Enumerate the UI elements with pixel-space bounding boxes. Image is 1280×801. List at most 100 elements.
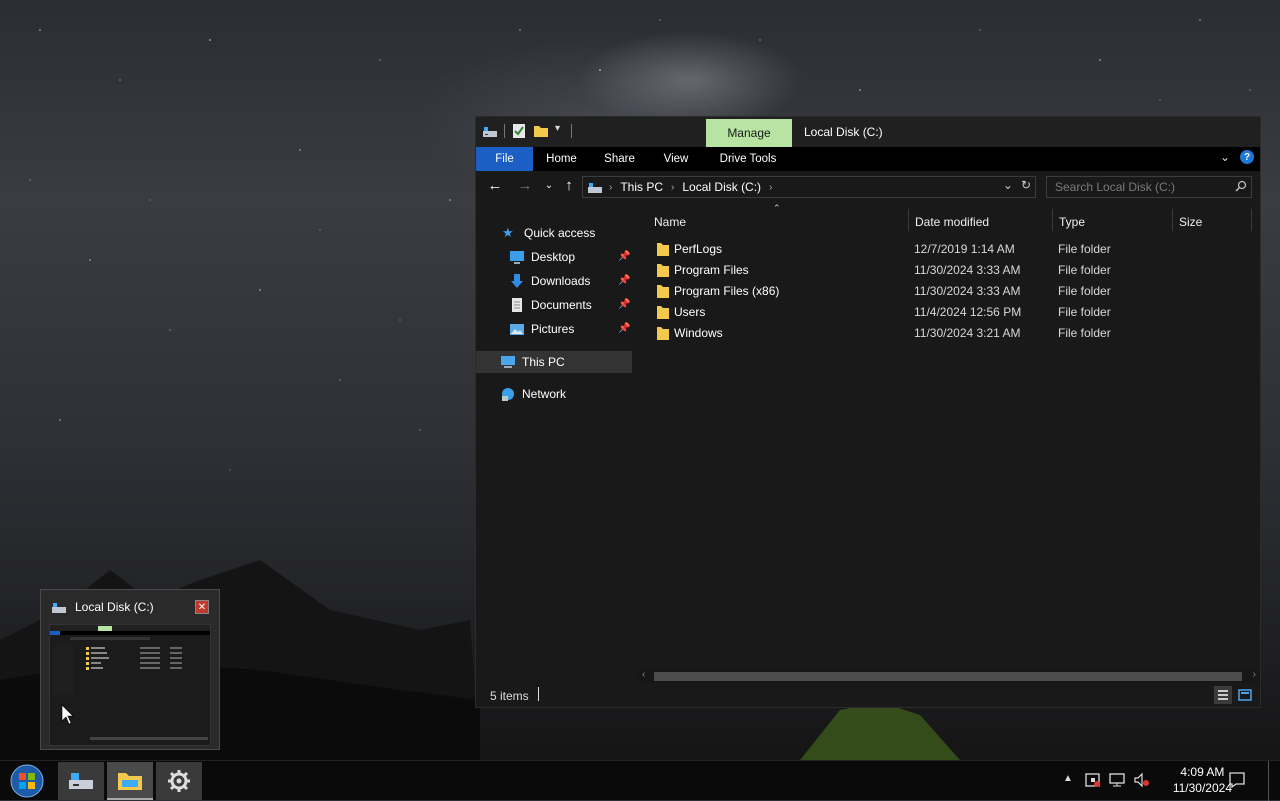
sidebar-item-label: Desktop bbox=[531, 250, 576, 264]
file-date: 11/4/2024 12:56 PM bbox=[914, 305, 1022, 319]
file-list: ⌃ Name Date modified Type Size PerfLogs … bbox=[636, 203, 1260, 683]
properties-icon[interactable] bbox=[511, 123, 527, 139]
sidebar-item-downloads[interactable]: Downloads bbox=[509, 270, 590, 292]
qat-separator bbox=[571, 124, 572, 138]
drive-icon bbox=[482, 123, 498, 139]
forward-arrow-icon[interactable]: → bbox=[516, 177, 534, 195]
network-status-icon[interactable] bbox=[1109, 772, 1127, 791]
drive-icon bbox=[69, 773, 93, 789]
navigation-bar: ← → ⌄ ↑ › This PC › Local Disk (C:) › ⌄ … bbox=[476, 171, 1260, 203]
file-row[interactable]: Program Files 11/30/2024 3:33 AM File fo… bbox=[636, 260, 1256, 281]
column-header-name[interactable]: Name bbox=[654, 209, 686, 235]
file-row[interactable]: Program Files (x86) 11/30/2024 3:33 AM F… bbox=[636, 281, 1256, 302]
status-bar: 5 items bbox=[476, 683, 1260, 707]
sidebar-item-network[interactable]: Network bbox=[500, 383, 566, 405]
horizontal-scrollbar[interactable]: ‹ › bbox=[636, 669, 1260, 683]
refresh-icon[interactable]: ↻ bbox=[1021, 178, 1031, 192]
folder-icon bbox=[656, 325, 670, 341]
title-bar: ▾ Manage Local Disk (C:) bbox=[476, 117, 1260, 147]
file-name: PerfLogs bbox=[674, 242, 723, 256]
expand-ribbon-chevron-icon[interactable]: ⌄ bbox=[1220, 150, 1230, 164]
scroll-left-icon[interactable]: ‹ bbox=[642, 669, 645, 680]
column-divider[interactable] bbox=[1052, 209, 1053, 231]
folder-icon bbox=[118, 773, 142, 790]
taskbar-settings-button[interactable] bbox=[156, 762, 202, 800]
sidebar-item-documents[interactable]: Documents bbox=[509, 294, 592, 316]
sidebar-item-pictures[interactable]: Pictures bbox=[509, 318, 574, 340]
drive-icon bbox=[51, 599, 67, 618]
file-type: File folder bbox=[1058, 242, 1111, 256]
sidebar-item-quick-access[interactable]: ★ Quick access bbox=[502, 222, 595, 244]
column-divider[interactable] bbox=[1172, 209, 1173, 231]
file-type: File folder bbox=[1058, 326, 1111, 340]
breadcrumb-separator-icon: › bbox=[769, 181, 773, 193]
file-date: 11/30/2024 3:33 AM bbox=[914, 284, 1021, 298]
tab-drive-tools[interactable]: Drive Tools bbox=[710, 147, 786, 171]
document-icon bbox=[509, 297, 525, 313]
search-box[interactable] bbox=[1046, 176, 1252, 198]
file-row[interactable]: Users 11/4/2024 12:56 PM File folder bbox=[636, 302, 1256, 323]
file-date: 12/7/2019 1:14 AM bbox=[914, 242, 1015, 256]
start-button[interactable] bbox=[4, 762, 50, 800]
column-header-size[interactable]: Size bbox=[1179, 209, 1202, 235]
address-bar[interactable]: › This PC › Local Disk (C:) › ⌄ ↻ bbox=[582, 176, 1036, 198]
action-center-status-icon[interactable] bbox=[1085, 772, 1101, 791]
volume-muted-icon[interactable] bbox=[1133, 772, 1151, 791]
desktop-icon bbox=[509, 249, 525, 265]
breadcrumb-this-pc[interactable]: This PC bbox=[620, 180, 663, 194]
tab-share[interactable]: Share bbox=[592, 147, 647, 171]
sidebar-item-desktop[interactable]: Desktop bbox=[509, 246, 575, 268]
taskbar-thumbnail-preview[interactable]: Local Disk (C:) ✕ bbox=[40, 589, 220, 750]
sidebar-item-label: Documents bbox=[531, 298, 592, 312]
quick-access-toolbar: ▾ bbox=[482, 123, 572, 139]
file-date: 11/30/2024 3:33 AM bbox=[914, 263, 1021, 277]
pin-icon[interactable]: 📌 bbox=[618, 275, 630, 286]
taskbar-file-explorer-button[interactable] bbox=[107, 762, 153, 800]
up-arrow-icon[interactable]: ↑ bbox=[560, 177, 578, 195]
thumbnail-title: Local Disk (C:) bbox=[75, 600, 154, 614]
folder-icon bbox=[656, 283, 670, 299]
scrollbar-thumb[interactable] bbox=[654, 672, 1242, 681]
notifications-icon[interactable] bbox=[1228, 771, 1246, 792]
details-view-icon[interactable] bbox=[1214, 686, 1232, 704]
file-row[interactable]: Windows 11/30/2024 3:21 AM File folder bbox=[636, 323, 1256, 344]
sidebar-item-label: Quick access bbox=[524, 226, 596, 240]
thumbnail-window-preview bbox=[49, 624, 211, 746]
show-desktop-button[interactable] bbox=[1268, 761, 1280, 801]
show-hidden-icons-chevron-icon[interactable]: ▲ bbox=[1063, 773, 1073, 784]
pin-icon[interactable]: 📌 bbox=[618, 251, 630, 262]
file-explorer-window: ▾ Manage Local Disk (C:) File Home Share… bbox=[475, 116, 1261, 708]
file-name: Users bbox=[674, 305, 706, 319]
search-input[interactable] bbox=[1047, 179, 1227, 195]
pin-icon[interactable]: 📌 bbox=[618, 299, 630, 310]
thumbnail-close-icon[interactable]: ✕ bbox=[195, 600, 209, 614]
column-header-type[interactable]: Type bbox=[1059, 209, 1085, 235]
scroll-right-icon[interactable]: › bbox=[1253, 669, 1256, 680]
windows-orb-icon bbox=[10, 764, 44, 798]
address-history-chevron-icon[interactable]: ⌄ bbox=[1003, 178, 1013, 192]
tab-manage[interactable]: Manage bbox=[706, 119, 792, 147]
tab-home[interactable]: Home bbox=[533, 147, 590, 171]
column-header-date[interactable]: Date modified bbox=[915, 209, 989, 235]
search-icon[interactable] bbox=[1235, 180, 1247, 195]
taskbar-clock[interactable]: 4:09 AM 11/30/2024 bbox=[1173, 764, 1232, 796]
breadcrumb-separator-icon: › bbox=[609, 181, 613, 193]
taskbar-drive-app-button[interactable] bbox=[58, 762, 104, 800]
customize-qat-chevron-icon[interactable]: ▾ bbox=[555, 123, 565, 139]
sidebar-item-label: Pictures bbox=[531, 322, 575, 336]
breadcrumb-local-disk[interactable]: Local Disk (C:) bbox=[682, 180, 761, 194]
file-row[interactable]: PerfLogs 12/7/2019 1:14 AM File folder bbox=[636, 239, 1256, 260]
new-folder-icon[interactable] bbox=[533, 123, 549, 139]
column-divider[interactable] bbox=[1251, 209, 1252, 231]
back-arrow-icon[interactable]: ← bbox=[486, 177, 504, 195]
pin-icon[interactable]: 📌 bbox=[618, 323, 630, 334]
sidebar-item-this-pc[interactable]: This PC bbox=[500, 351, 565, 373]
ribbon-tabs: File Home Share View Drive Tools ⌄ ? bbox=[476, 147, 1260, 171]
help-icon[interactable]: ? bbox=[1240, 150, 1254, 164]
recent-locations-chevron-icon[interactable]: ⌄ bbox=[540, 177, 558, 195]
tab-file[interactable]: File bbox=[476, 147, 533, 171]
column-divider[interactable] bbox=[908, 209, 909, 231]
tab-view[interactable]: View bbox=[650, 147, 702, 171]
large-icons-view-icon[interactable] bbox=[1236, 686, 1254, 704]
sort-ascending-icon: ⌃ bbox=[773, 203, 781, 213]
